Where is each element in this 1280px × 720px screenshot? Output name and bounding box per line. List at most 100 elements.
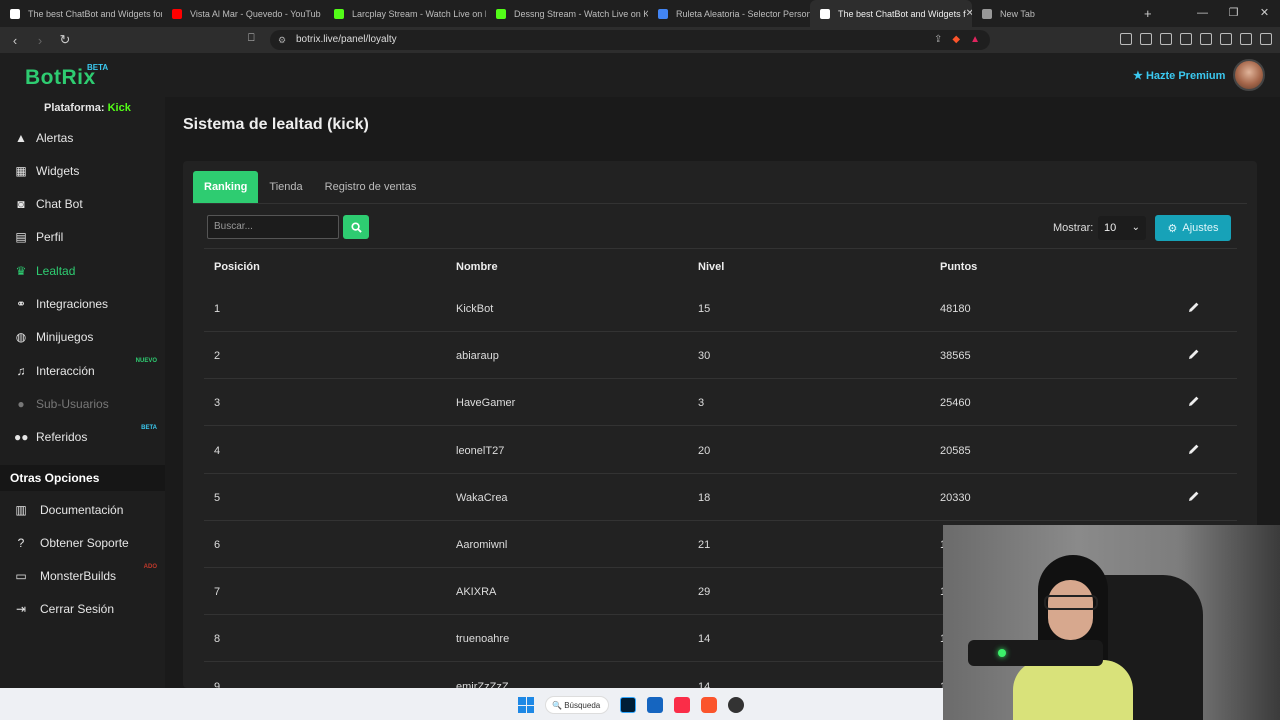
platform-label-text: Plataforma:	[44, 102, 105, 114]
back-icon[interactable]: ‹	[5, 33, 25, 48]
music-app-icon[interactable]	[674, 697, 690, 713]
face-shape	[1048, 580, 1093, 640]
table-row: 2 abiaraup 30 38565	[204, 332, 1237, 380]
tab-tienda[interactable]: Tienda	[258, 171, 313, 204]
photoshop-icon[interactable]	[620, 697, 636, 713]
users-icon: ●	[17, 396, 25, 411]
browser-tab-title: The best ChatBot and Widgets f	[838, 8, 966, 19]
vpn-icon[interactable]	[1240, 33, 1252, 45]
sidebar-item-label: Widgets	[36, 163, 80, 178]
brave-browser-icon[interactable]	[701, 697, 717, 713]
column-header-name[interactable]: Nombre	[456, 261, 498, 273]
cell-name: HaveGamer	[456, 397, 516, 410]
forward-icon[interactable]: ›	[30, 33, 50, 48]
sidebar-item-integraciones[interactable]: ⚭ Integraciones	[0, 288, 165, 321]
cell-name: AKIXRA	[456, 586, 497, 599]
tab-registro-de-ventas[interactable]: Registro de ventas	[314, 171, 428, 204]
sidebar-item-referidos[interactable]: ●● Referidos BETA	[0, 421, 165, 454]
wallet-icon[interactable]	[1200, 33, 1212, 45]
cell-position: 3	[214, 397, 221, 410]
menu-icon[interactable]	[1260, 33, 1272, 45]
sidebar-item-perfil[interactable]: ▤ Perfil	[0, 221, 165, 254]
obs-icon[interactable]	[728, 697, 744, 713]
user-group-icon: ●●	[14, 430, 29, 445]
url-field[interactable]: ⚙ botrix.live/panel/loyalty ⇪ ◆ ▲	[270, 30, 990, 50]
edit-pencil-icon[interactable]	[1188, 490, 1200, 502]
browser-tab[interactable]: The best ChatBot and Widgets f ✕	[810, 0, 972, 27]
sidebar-item-obtener-soporte[interactable]: ? Obtener Soporte	[0, 526, 165, 559]
extension-icon[interactable]	[1140, 33, 1152, 45]
share-icon[interactable]: ⇪	[934, 30, 942, 50]
minimize-icon[interactable]: —	[1187, 0, 1218, 27]
bookmark-icon[interactable]: ⎕	[248, 32, 255, 45]
sidebar-item-cerrar-sesi-n[interactable]: ⇥ Cerrar Sesión	[0, 593, 165, 626]
sidebar-item-sub-usuarios[interactable]: ● Sub-Usuarios	[0, 387, 165, 420]
taskbar-icons: 🔍 Búsqueda	[518, 696, 744, 714]
new-tab-button[interactable]: +	[1144, 6, 1152, 21]
tab-ranking[interactable]: Ranking	[193, 171, 259, 204]
brave-rewards-icon[interactable]: ▲	[970, 30, 980, 50]
monitor-icon: ▭	[15, 569, 27, 584]
taskbar-search[interactable]: 🔍 Búsqueda	[545, 696, 609, 714]
restore-icon[interactable]: ❐	[1218, 0, 1249, 27]
trophy-icon: ♛	[15, 263, 27, 278]
edit-pencil-icon[interactable]	[1188, 301, 1200, 313]
close-window-icon[interactable]: ✕	[1249, 0, 1280, 27]
sidebar-item-label: Alertas	[36, 130, 74, 145]
edit-pencil-icon[interactable]	[1188, 443, 1200, 455]
brand-logo[interactable]: BotRix	[25, 66, 96, 90]
sidebar-item-documentaci-n[interactable]: ▥ Documentación	[0, 493, 165, 526]
cell-position: 5	[214, 491, 221, 504]
search-input[interactable]: Buscar...	[207, 215, 339, 239]
column-header-position[interactable]: Posición	[214, 261, 260, 273]
edit-pencil-icon[interactable]	[1188, 348, 1200, 360]
calculator-icon[interactable]	[647, 697, 663, 713]
settings-button[interactable]: ⚙ Ajustes	[1155, 215, 1231, 241]
avatar[interactable]	[1233, 59, 1265, 91]
leo-icon[interactable]	[1220, 33, 1232, 45]
sidebar-item-label: Interacción	[36, 363, 95, 378]
browser-tab-title: Vista Al Mar - Quevedo - YouTub	[190, 8, 321, 19]
mic-light	[998, 649, 1006, 657]
browser-tab-title: Ruleta Aleatoria - Selector Personaliz	[676, 8, 810, 19]
brave-shield-icon[interactable]: ◆	[952, 30, 960, 50]
sidebar-item-interacci-n[interactable]: ♫ Interacción NUEVO	[0, 354, 165, 387]
search-button[interactable]	[343, 215, 369, 239]
site-info-icon[interactable]: ⚙	[278, 30, 286, 50]
sidebar-item-lealtad[interactable]: ♛ Lealtad	[0, 254, 165, 287]
table-row: 4 leonelT27 20 20585	[204, 427, 1237, 474]
column-header-points[interactable]: Puntos	[940, 261, 977, 273]
browser-tab[interactable]: Ruleta Aleatoria - Selector Personaliz	[648, 0, 810, 27]
sidebar-item-alertas[interactable]: ▲ Alertas	[0, 121, 165, 154]
gears-icon: ⚙	[1167, 222, 1178, 235]
browser-tab[interactable]: New Tab	[972, 0, 1134, 27]
premium-link[interactable]: ★ Hazte Premium	[1133, 69, 1225, 82]
favicon-icon	[982, 8, 992, 19]
favicon-icon	[496, 8, 506, 19]
sidebar-item-label: Cerrar Sesión	[40, 602, 115, 617]
edit-pencil-icon[interactable]	[1188, 395, 1200, 407]
cell-name: Aaromiwnl	[456, 539, 508, 551]
browser-tab[interactable]: Vista Al Mar - Quevedo - YouTub	[162, 0, 324, 27]
sidebar-item-widgets[interactable]: ▦ Widgets	[0, 154, 165, 187]
reload-icon[interactable]: ↻	[55, 32, 75, 48]
cell-level: 29	[698, 586, 711, 599]
browser-tab[interactable]: Dessng Stream - Watch Live on Kick	[486, 0, 648, 27]
sidebar-icon[interactable]	[1180, 33, 1192, 45]
media-icon[interactable]	[1160, 33, 1172, 45]
sidebar-item-minijuegos[interactable]: ◍ Minijuegos	[0, 321, 165, 354]
page-size-select[interactable]: 10 ⌄	[1098, 216, 1146, 240]
cell-points: 25460	[940, 397, 971, 410]
page-size-value: 10	[1104, 222, 1117, 234]
column-header-level[interactable]: Nivel	[698, 261, 724, 273]
extension-icon[interactable]	[1120, 33, 1132, 45]
sidebar-item-label: MonsterBuilds	[40, 569, 117, 584]
sidebar-item-chat-bot[interactable]: ◙ Chat Bot	[0, 188, 165, 221]
browser-tab[interactable]: Larcplay Stream - Watch Live on Kick	[324, 0, 486, 27]
cell-points: 48180	[940, 303, 971, 315]
sidebar-item-label: Perfil	[36, 230, 64, 245]
windows-start-icon[interactable]	[518, 697, 534, 713]
browser-tab[interactable]: The best ChatBot and Widgets for K	[0, 0, 162, 27]
browser-tab-title: New Tab	[1000, 8, 1035, 19]
sidebar-item-monsterbuilds[interactable]: ▭ MonsterBuilds ADO	[0, 560, 165, 593]
